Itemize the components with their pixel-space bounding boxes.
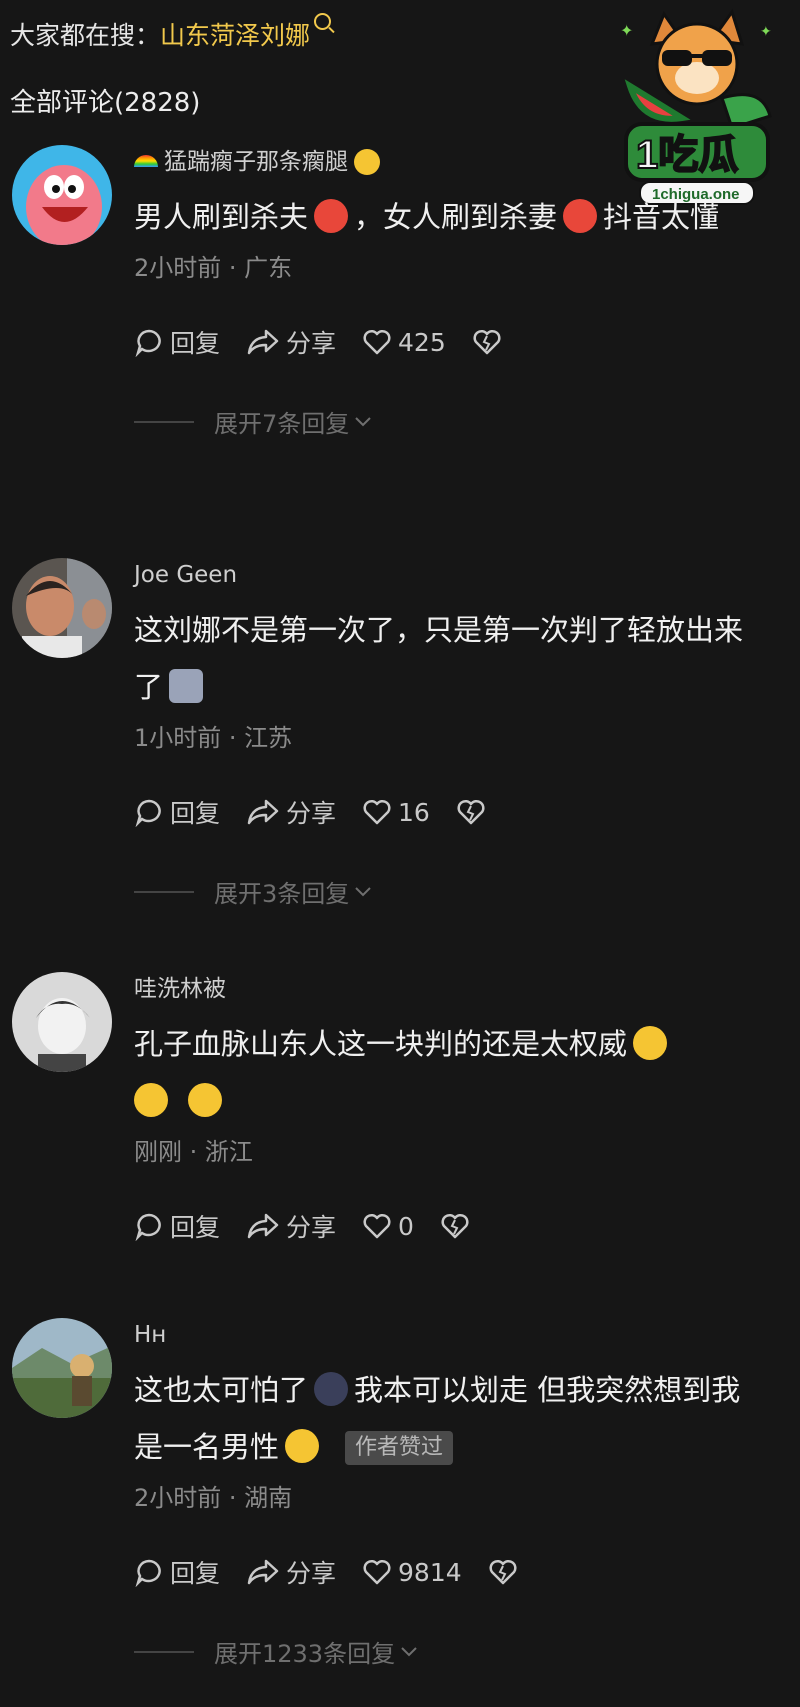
- broken-heart-icon: [473, 329, 501, 355]
- dislike-button[interactable]: [472, 327, 508, 357]
- crying-face-emoji-icon: [285, 1429, 320, 1463]
- comment-author[interactable]: Joe Geen: [134, 558, 760, 592]
- like-count: 425: [398, 327, 446, 357]
- avatar[interactable]: [12, 972, 112, 1072]
- broken-heart-icon: [457, 799, 485, 825]
- svg-text:✦: ✦: [620, 21, 633, 40]
- silly-face-emoji-icon: [354, 149, 380, 175]
- hot-search-bar[interactable]: 大家都在搜：山东菏泽刘娜: [10, 13, 332, 52]
- avatar[interactable]: [12, 1318, 112, 1418]
- comment-time-location: 2小时前 · 湖南: [134, 1484, 293, 1512]
- divider: [134, 420, 194, 423]
- broken-heart-icon: [489, 1559, 517, 1585]
- share-icon: [247, 329, 279, 355]
- expand-replies[interactable]: 展开7条回复: [134, 404, 760, 439]
- comment-author[interactable]: 哇洗林被: [134, 972, 760, 1006]
- heart-icon: [363, 1559, 391, 1585]
- reply-icon: [135, 1213, 161, 1241]
- author-liked-badge: 作者赞过: [345, 1431, 454, 1465]
- comment-text: 这也太可怕了 我本可以划走 但我突然想到我是一名男性 作者赞过: [134, 1372, 741, 1465]
- comment-time-location: 1小时前 · 江苏: [134, 724, 293, 752]
- like-button[interactable]: 425: [362, 327, 446, 357]
- comment-text: 这刘娜不是第一次了，只是第一次判了轻放出来了: [134, 613, 744, 704]
- share-icon: [247, 1559, 279, 1585]
- share-button[interactable]: 分享: [246, 1554, 336, 1590]
- heart-icon: [363, 329, 391, 355]
- reply-button[interactable]: 回复: [134, 1554, 220, 1590]
- unamused-face-emoji-icon: [633, 1026, 668, 1060]
- comment-text: 孔子血脉山东人这一块判的还是太权威: [134, 1016, 760, 1130]
- broken-heart-icon: [441, 1213, 469, 1239]
- comment-time-location: 刚刚 · 浙江: [134, 1138, 253, 1166]
- share-button[interactable]: 分享: [246, 1208, 336, 1244]
- share-button[interactable]: 分享: [246, 794, 336, 830]
- svg-text:✦: ✦: [760, 24, 772, 40]
- reply-icon: [135, 799, 161, 827]
- divider: [134, 890, 194, 893]
- chevron-down-icon: [355, 416, 371, 426]
- unamused-face-emoji-icon: [188, 1083, 222, 1117]
- like-button[interactable]: 9814: [362, 1557, 462, 1587]
- dislike-button[interactable]: [488, 1557, 524, 1587]
- comment-author[interactable]: 猛踹瘸子那条瘸腿: [134, 145, 760, 179]
- hot-search-term[interactable]: 山东菏泽刘娜: [160, 21, 310, 50]
- share-icon: [247, 799, 279, 825]
- unamused-face-emoji-icon: [134, 1083, 168, 1117]
- comment-count: 全部评论(2828): [10, 88, 201, 118]
- avatar[interactable]: [12, 145, 112, 245]
- reply-icon: [135, 1559, 161, 1587]
- share-button[interactable]: 分享: [246, 324, 336, 360]
- like-count: 0: [398, 1211, 414, 1241]
- divider: [134, 1650, 194, 1653]
- expand-replies[interactable]: 展开1233条回复: [134, 1634, 760, 1669]
- comment-time-location: 2小时前 · 广东: [134, 254, 293, 282]
- cat-face-emoji-icon: [169, 669, 204, 703]
- dark-face-emoji-icon: [314, 1372, 349, 1406]
- reply-button[interactable]: 回复: [134, 1208, 220, 1244]
- like-count: 9814: [398, 1557, 462, 1587]
- chevron-down-icon: [355, 886, 371, 896]
- share-icon: [247, 1213, 279, 1239]
- heart-eyes-emoji-icon: [314, 199, 349, 233]
- comment-text: 男人刷到杀夫 ，女人刷到杀妻 抖音太懂: [134, 199, 720, 234]
- like-button[interactable]: 16: [362, 797, 430, 827]
- reply-icon: [135, 329, 161, 357]
- search-icon[interactable]: [314, 13, 332, 30]
- hot-search-prefix: 大家都在搜：: [10, 21, 161, 50]
- heart-eyes-emoji-icon: [563, 199, 598, 233]
- rainbow-icon: [134, 155, 158, 167]
- reply-button[interactable]: 回复: [134, 324, 220, 360]
- like-count: 16: [398, 797, 430, 827]
- avatar[interactable]: [12, 558, 112, 658]
- comment-author[interactable]: Hн: [134, 1318, 760, 1352]
- dislike-button[interactable]: [440, 1211, 476, 1241]
- like-button[interactable]: 0: [362, 1211, 414, 1241]
- reply-button[interactable]: 回复: [134, 794, 220, 830]
- heart-icon: [363, 1213, 391, 1239]
- heart-icon: [363, 799, 391, 825]
- chevron-down-icon: [401, 1646, 417, 1656]
- expand-replies[interactable]: 展开3条回复: [134, 874, 760, 909]
- dislike-button[interactable]: [456, 797, 492, 827]
